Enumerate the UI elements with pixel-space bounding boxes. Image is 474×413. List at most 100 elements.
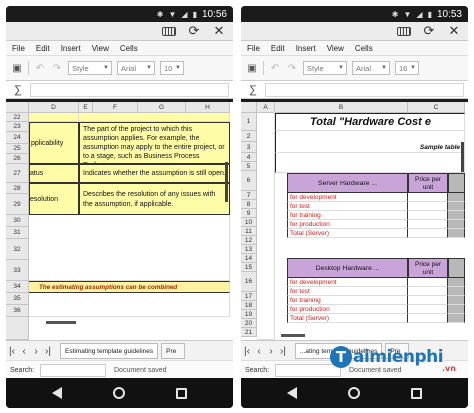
price-cell[interactable]	[408, 220, 448, 229]
menu-edit[interactable]: Edit	[36, 44, 50, 53]
corner-cell[interactable]	[6, 102, 29, 113]
item-label[interactable]: Total (Server)	[287, 229, 408, 238]
row-header[interactable]: 19	[241, 310, 257, 319]
row-header[interactable]: 10	[241, 218, 257, 227]
style-select[interactable]: Style ▼	[68, 61, 112, 75]
corner-cell[interactable]	[241, 102, 257, 113]
cell[interactable]	[29, 113, 79, 122]
item-label[interactable]: for production	[287, 305, 408, 314]
cell[interactable]	[275, 153, 465, 173]
row-header[interactable]: 3	[241, 142, 257, 153]
first-sheet-icon[interactable]: |‹	[6, 346, 18, 357]
cell[interactable]	[448, 287, 465, 296]
next-sheet-icon[interactable]: ›	[30, 346, 42, 357]
row-header[interactable]	[6, 317, 29, 340]
price-cell[interactable]	[408, 314, 448, 323]
row-header[interactable]: 17	[241, 292, 257, 301]
empty-cells[interactable]	[29, 215, 230, 281]
vertical-scrollbar[interactable]	[461, 142, 464, 172]
save-icon[interactable]: ▣	[11, 62, 23, 74]
recent-apps-icon[interactable]	[176, 387, 188, 399]
row-header[interactable]: 28	[6, 183, 29, 194]
row-header[interactable]: 7	[241, 191, 257, 200]
font-select[interactable]: Arial ▼	[117, 61, 155, 75]
undo-icon[interactable]: ↶	[34, 62, 46, 74]
style-select[interactable]: Style ▼	[303, 61, 347, 75]
cell-status-text[interactable]: Indicates whether the assumption is stil…	[79, 164, 230, 183]
prev-sheet-icon[interactable]: ‹	[18, 346, 30, 357]
menu-file[interactable]: File	[247, 44, 260, 53]
subtitle-cell[interactable]: Sample table	[275, 142, 465, 153]
price-cell[interactable]	[408, 287, 448, 296]
row-header[interactable]: 11	[241, 227, 257, 236]
row-header[interactable]: 25	[6, 144, 29, 154]
item-label[interactable]: Total (Server)	[287, 314, 408, 323]
price-cell[interactable]	[408, 202, 448, 211]
empty-cells[interactable]	[29, 293, 230, 317]
column-header-e[interactable]: E	[79, 102, 93, 113]
last-sheet-icon[interactable]: ›|	[42, 346, 54, 357]
home-icon[interactable]	[112, 387, 125, 399]
spreadsheet-grid[interactable]: D E F G H 22 23 24 25 26 pplicability Th…	[6, 102, 233, 340]
server-header[interactable]: Server Hardware ...	[287, 173, 408, 193]
prev-sheet-icon[interactable]: ‹	[253, 346, 265, 357]
sum-icon[interactable]: ∑	[241, 84, 265, 96]
row-header[interactable]: 1	[241, 113, 257, 131]
sum-icon[interactable]: ∑	[6, 84, 30, 96]
first-sheet-icon[interactable]: |‹	[241, 346, 253, 357]
menu-insert[interactable]: Insert	[61, 44, 81, 53]
row-header[interactable]: 18	[241, 301, 257, 310]
column-header-d[interactable]: D	[29, 102, 79, 113]
menu-view[interactable]: View	[327, 44, 344, 53]
row-header[interactable]: 23	[6, 122, 29, 132]
menu-insert[interactable]: Insert	[296, 44, 316, 53]
refresh-icon[interactable]: ⟳	[186, 24, 202, 38]
row-header[interactable]: 29	[6, 194, 29, 215]
recent-apps-icon[interactable]	[411, 387, 423, 399]
row-header[interactable]: 22	[6, 113, 29, 122]
price-cell[interactable]	[408, 229, 448, 238]
keyboard-icon[interactable]	[396, 24, 412, 38]
redo-icon[interactable]: ↷	[51, 62, 63, 74]
cell-applicability-label[interactable]: pplicability	[29, 122, 79, 164]
row-header[interactable]: 5	[241, 162, 257, 171]
cell[interactable]	[448, 173, 465, 193]
row-header[interactable]: 4	[241, 153, 257, 162]
next-sheet-icon[interactable]: ›	[265, 346, 277, 357]
refresh-icon[interactable]: ⟳	[421, 24, 437, 38]
price-cell[interactable]	[408, 193, 448, 202]
search-input[interactable]	[40, 363, 106, 377]
formula-input[interactable]	[265, 82, 464, 97]
redo-icon[interactable]: ↷	[286, 62, 298, 74]
home-icon[interactable]	[347, 387, 360, 399]
item-label[interactable]: for development	[287, 278, 408, 287]
row-header[interactable]: 9	[241, 209, 257, 218]
cell[interactable]	[448, 220, 465, 229]
price-header[interactable]: Price per unit	[408, 173, 448, 193]
item-label[interactable]: for training	[287, 296, 408, 305]
price-header[interactable]: Price per unit	[408, 258, 448, 278]
cell[interactable]	[448, 211, 465, 220]
vertical-scrollbar[interactable]	[225, 162, 228, 202]
price-cell[interactable]	[408, 211, 448, 220]
cell[interactable]	[448, 202, 465, 211]
column-header-a[interactable]: A	[257, 102, 275, 113]
last-sheet-icon[interactable]: ›|	[277, 346, 289, 357]
cell[interactable]	[79, 113, 230, 122]
row-header[interactable]: 14	[241, 254, 257, 263]
row-header[interactable]: 30	[6, 215, 29, 227]
column-header-g[interactable]: G	[138, 102, 186, 113]
horizontal-scrollbar[interactable]	[46, 321, 76, 324]
row-header[interactable]: 24	[6, 132, 29, 144]
row-header[interactable]: 31	[6, 227, 29, 239]
row-header[interactable]: 6	[241, 171, 257, 191]
row-header[interactable]: 13	[241, 245, 257, 254]
item-label[interactable]: for production	[287, 220, 408, 229]
row-header[interactable]: 27	[6, 164, 29, 183]
undo-icon[interactable]: ↶	[269, 62, 281, 74]
menu-cells[interactable]: Cells	[120, 44, 138, 53]
cell-status-label[interactable]: atus	[29, 164, 79, 183]
column-header-f[interactable]: F	[93, 102, 138, 113]
cell[interactable]	[448, 314, 465, 323]
row-header[interactable]: 16	[241, 272, 257, 292]
